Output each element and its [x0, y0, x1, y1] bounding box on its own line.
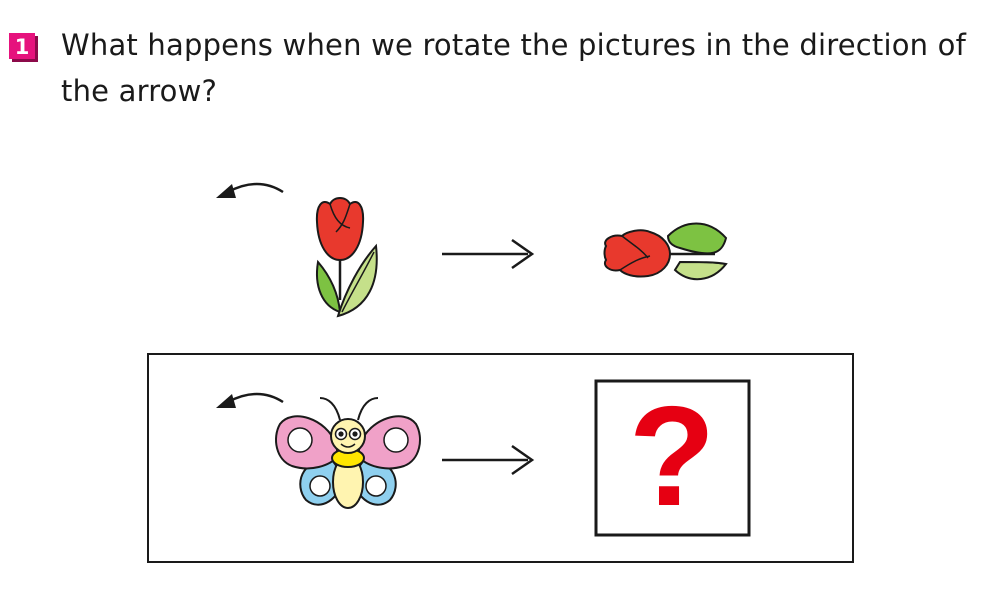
tulip-flower	[315, 197, 365, 262]
tulip-rotated	[603, 222, 728, 281]
rotated-leaf-bottom	[673, 260, 728, 281]
rotation-illustration: ?	[147, 182, 854, 563]
task-rotation-arrow	[216, 392, 284, 408]
answer-question-mark: ?	[629, 377, 716, 536]
task-result-arrow	[442, 444, 535, 476]
rotated-leaf-top	[666, 222, 728, 255]
tulip-leaf-left	[316, 259, 342, 314]
butterfly	[275, 397, 421, 509]
tulip-upright	[315, 197, 378, 318]
example-rotation-arrow	[216, 182, 284, 198]
example-result-arrow	[442, 238, 535, 270]
rotated-tulip-flower	[603, 229, 672, 278]
